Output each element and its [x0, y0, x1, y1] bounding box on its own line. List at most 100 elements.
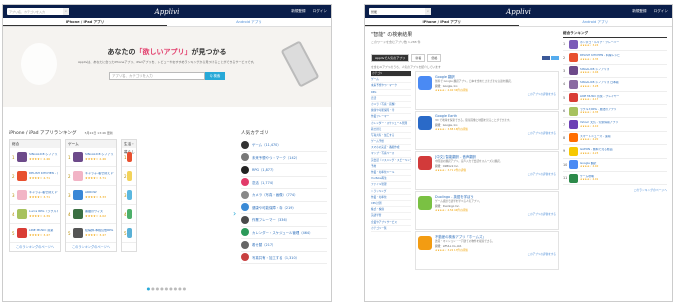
side-ranking-item[interactable]: 7 Yahoo! 天気 - 気象情報アプリ ★★★★☆ 4.10 [563, 118, 667, 132]
ranking-item[interactable]: 2キャラ子-着せ替えドール★★★★☆ 3.71 [66, 167, 116, 186]
app-icon[interactable] [418, 196, 432, 210]
app-icon[interactable] [569, 160, 578, 170]
ranking-more-link[interactable]: このランキングのページへ [10, 243, 60, 251]
category-item[interactable]: 未来予想やつ・マーク（142） [241, 152, 327, 164]
result-title[interactable]: Duolingo - 英語を学ぼう [435, 194, 556, 199]
side-ranking-item[interactable]: 4 SINoALICE-シノアリス 日本版 ★★★★☆ 3.28 [563, 78, 667, 92]
category-label[interactable]: カレンダー・スケジュール管理（464） [252, 230, 312, 235]
search-result[interactable]: Google Earth 3D で地球を探索できる。衛星画像と地図を見ることができ… [415, 111, 559, 150]
app-icon[interactable] [418, 76, 432, 90]
category-item[interactable]: 恋活（1,774） [241, 177, 327, 189]
app-icon[interactable] [569, 93, 578, 103]
app-icon[interactable] [569, 39, 578, 49]
category-item[interactable]: 着せ替（217） [241, 239, 327, 252]
tab-android[interactable]: Android アプリ [519, 18, 673, 26]
category-label[interactable]: RPG（1,877） [252, 167, 276, 172]
side-ranking-more-link[interactable]: このランキングのページへ [563, 188, 667, 192]
app-icon[interactable] [73, 190, 83, 200]
category-label[interactable]: 着せ替（217） [252, 242, 275, 247]
app-icon[interactable] [569, 106, 578, 116]
login-link[interactable]: ログイン [654, 9, 668, 14]
search-icon[interactable]: ⌕ [63, 8, 69, 15]
result-title[interactable]: Google 翻訳 [435, 74, 556, 79]
ranking-item[interactable]: 4 黒猫のウィズ ★★★★☆ 4.02 [66, 205, 116, 224]
category-item[interactable]: 作業フレーマー（336） [241, 214, 327, 227]
category-label[interactable]: 健康や可能保障・寺（219） [252, 205, 296, 210]
app-icon[interactable] [17, 228, 27, 238]
app-icon[interactable] [126, 171, 132, 181]
category-filter-item[interactable]: カテゴリ一覧 [371, 226, 411, 232]
rate-app-link[interactable]: このアプリの評価をする [435, 92, 556, 96]
search-result[interactable]: 不動産の検索アプリ「ホームズ」 賃貸・マンション・一戸建ての物件を検索できる。 開発… [415, 231, 559, 270]
rate-app-link[interactable]: このアプリの評価をする [435, 131, 556, 135]
app-icon[interactable] [569, 53, 578, 63]
tab-android[interactable]: Android アプリ [167, 18, 331, 26]
search-input[interactable]: アプリ名、カテゴリを入力 ⌕ [7, 8, 69, 15]
category-item[interactable]: カメラ（写真・画像）（774） [241, 189, 327, 202]
facebook-share-icon[interactable] [542, 56, 550, 60]
app-icon[interactable] [418, 156, 432, 170]
app-icon[interactable] [569, 66, 578, 76]
category-item[interactable]: 写真共有・加工する（1,310） [241, 252, 327, 264]
side-ranking-item[interactable]: 11 ゲーム攻略 ★★★★☆ 4.01 [563, 172, 667, 186]
search-result[interactable]: [中文] 智能翻訳 - 音声翻訳 中国語の翻訳アプリ。音声入力で会話をスムーズに翻… [415, 151, 559, 190]
side-ranking-item[interactable]: 3 SINoALICE-シノアリス ★★★★☆ 2.46 [563, 65, 667, 79]
app-icon[interactable] [73, 171, 83, 181]
ranking-item[interactable]: 5 [122, 224, 136, 243]
ranking-column-header[interactable]: ゲーム [66, 140, 116, 148]
ranking-item[interactable]: 2 [122, 167, 136, 186]
tab-iphone[interactable]: iPhone / iPad アプリ [3, 18, 167, 26]
category-item[interactable]: RPG（1,877） [241, 164, 327, 177]
rate-app-link[interactable]: このアプリの評価をする [435, 172, 556, 176]
result-title[interactable]: [中文] 智能翻訳 - 音声翻訳 [435, 154, 556, 159]
app-icon[interactable] [569, 133, 578, 143]
rate-app-link[interactable]: このアプリの評価をする [435, 212, 556, 216]
logo[interactable]: Applivi [506, 8, 531, 16]
category-label[interactable]: 恋活（1,774） [252, 180, 275, 185]
ranking-item[interactable]: 1 SINoALICE-シノアリス ★★★★☆ 2.46 [66, 148, 116, 167]
app-icon[interactable] [418, 236, 432, 250]
app-icon[interactable] [569, 173, 578, 183]
signup-link[interactable]: 新規登録 [632, 9, 646, 14]
category-item[interactable]: 健康や可能保障・寺（219） [241, 202, 327, 214]
ranking-item[interactable]: 3キャラ子-着せ替えドール★★★★☆ 3.71 [10, 186, 60, 205]
search-result[interactable]: Duolingo - 英語を学ぼう ゲーム感覚で語学を学べる人気アプリ。 開発：Du… [415, 191, 559, 230]
logo[interactable]: Applivi [155, 8, 180, 16]
ranking-column-header[interactable]: 総合 [10, 140, 60, 148]
hero-search-button[interactable]: Q 検索 [205, 72, 225, 80]
side-ranking-item[interactable]: 8 スマートニュース - 速報 ★★★★☆ 4.20 [563, 132, 667, 146]
side-ranking-item[interactable]: 1 ポンポコ・ルミナ・フレーバー ★★★★☆ 3.24 [563, 38, 667, 52]
next-arrow-icon[interactable]: › [233, 210, 237, 218]
ranking-item[interactable]: 4 [122, 205, 136, 224]
app-icon[interactable] [73, 228, 83, 238]
side-ranking-item[interactable]: 9 GAEON - 無料で見る動画 ★★★★☆ 4.23 [563, 145, 667, 159]
app-icon[interactable] [73, 152, 83, 162]
app-icon[interactable] [569, 79, 578, 89]
hero-search-input[interactable]: アプリ名、カテゴリを入力 [109, 72, 205, 80]
sort-popular-tab[interactable]: Applivで人気のアプリ [371, 54, 410, 62]
carousel-dots[interactable]: ●●●●●●●●● [3, 286, 331, 291]
ranking-item[interactable]: 1 SINoALICE-シノアリス ★★★★☆ 2.46 [10, 148, 60, 167]
side-ranking-item[interactable]: 10 Google 翻訳 ★★★★☆ 4.40 [563, 159, 667, 172]
ranking-more-link[interactable]: このランキングのページへ [66, 243, 116, 251]
ranking-item[interactable]: 3 ARROW ★★★★☆ 3.33 [66, 186, 116, 205]
ranking-item[interactable]: 2DELISH KITCHEN - レシピ★★★★☆ 4.71 [10, 167, 60, 186]
rate-app-link[interactable]: このアプリの評価をする [435, 252, 556, 256]
tab-iphone[interactable]: iPhone / iPad アプリ [365, 18, 519, 26]
result-title[interactable]: Google Earth [435, 114, 556, 118]
login-link[interactable]: ログイン [313, 9, 327, 14]
app-icon[interactable] [569, 146, 578, 156]
side-ranking-item[interactable]: 2 DELISH KITCHEN - 料理レシピ ★★★★☆ 4.35 [563, 51, 667, 65]
sort-new-tab[interactable]: 新着 [411, 54, 426, 62]
sort-price-tab[interactable]: 価格 [427, 54, 442, 62]
category-label[interactable]: 作業フレーマー（336） [252, 217, 289, 222]
category-label[interactable]: 未来予想やつ・マーク（142） [252, 155, 299, 160]
ranking-column-header[interactable]: 生活・暮らし [122, 140, 136, 154]
result-title[interactable]: 不動産の検索アプリ「ホームズ」 [435, 234, 556, 239]
twitter-share-icon[interactable] [551, 56, 559, 60]
app-icon[interactable] [126, 152, 132, 162]
side-ranking-item[interactable]: 6 ラクルミRPG - 魔法のアプリ ★★★★☆ 4.35 [563, 105, 667, 119]
app-icon[interactable] [126, 190, 132, 200]
search-result[interactable]: Google 翻訳 無料で Google 翻訳アプリ。日本を含めたさまざまな言語を… [415, 71, 559, 110]
signup-link[interactable]: 新規登録 [291, 9, 305, 14]
